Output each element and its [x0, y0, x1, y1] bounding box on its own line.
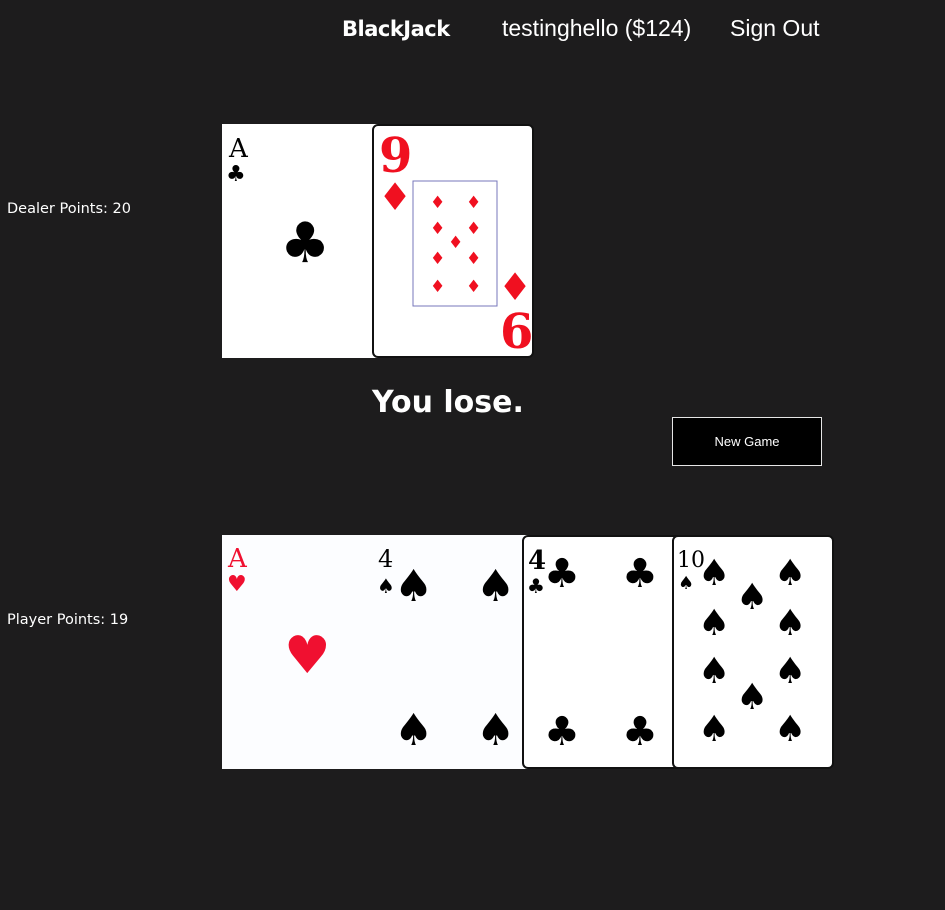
svg-text:♦: ♦: [448, 233, 463, 253]
game-result: You lose.: [372, 385, 524, 420]
svg-text:♠: ♠: [476, 561, 515, 612]
svg-text:♣: ♣: [622, 709, 658, 755]
svg-text:♠: ♠: [736, 677, 768, 718]
svg-text:♦: ♦: [430, 193, 445, 213]
ace-of-clubs-face: A ♣ ♣: [226, 134, 330, 276]
svg-text:♦: ♦: [466, 219, 481, 239]
svg-text:♥: ♥: [227, 572, 247, 597]
new-game-button[interactable]: New Game: [672, 417, 822, 466]
player-card-four-clubs: 4 ♣ ♣ ♣ ♣ ♣: [522, 535, 684, 769]
svg-text:♣: ♣: [226, 162, 246, 187]
svg-text:♠: ♠: [394, 705, 433, 756]
nine-of-diamonds-face: 9 ♦ ♦ ♦ ♦ ♦ ♦ ♦ ♦ ♦ ♦ ♦ 6: [378, 128, 532, 356]
svg-text:♣: ♣: [544, 551, 580, 597]
svg-text:♠: ♠: [476, 705, 515, 756]
player-card-four-spades: 4 ♠ ♠ ♠ ♠ ♠: [372, 535, 534, 769]
svg-text:♠: ♠: [774, 651, 806, 692]
svg-text:♦: ♦: [378, 175, 412, 219]
svg-text:♠: ♠: [698, 709, 730, 750]
svg-text:♠: ♠: [736, 577, 768, 618]
svg-text:♥: ♥: [284, 626, 331, 686]
four-of-clubs-face: 4 ♣ ♣ ♣ ♣ ♣: [527, 546, 658, 755]
ace-of-hearts-face: A ♥ ♥: [227, 544, 331, 686]
svg-text:♠: ♠: [774, 603, 806, 644]
player-points: Player Points: 19: [7, 612, 129, 628]
svg-text:4: 4: [378, 545, 393, 573]
svg-text:6: 6: [500, 304, 532, 356]
svg-text:♦: ♦: [466, 249, 481, 269]
svg-text:♠: ♠: [698, 553, 730, 594]
svg-text:A: A: [228, 134, 249, 164]
four-of-spades-face: 4 ♠ ♠ ♠ ♠ ♠: [377, 545, 515, 756]
svg-text:♣: ♣: [280, 211, 330, 276]
svg-text:♦: ♦: [498, 265, 532, 309]
svg-text:♠: ♠: [774, 709, 806, 750]
svg-text:♠: ♠: [678, 573, 694, 594]
brand-title[interactable]: BlackJack: [342, 17, 450, 41]
user-balance: testinghello ($124): [502, 15, 692, 41]
svg-text:♦: ♦: [430, 219, 445, 239]
dealer-card-nine-diamonds: 9 ♦ ♦ ♦ ♦ ♦ ♦ ♦ ♦ ♦ ♦ ♦ 6: [372, 124, 534, 358]
player-card-ace-hearts: A ♥ ♥: [222, 535, 384, 769]
svg-text:♦: ♦: [430, 277, 445, 297]
svg-text:♦: ♦: [430, 249, 445, 269]
svg-text:♠: ♠: [698, 603, 730, 644]
player-card-ten-spades: 10 ♠ ♠ ♠ ♠ ♠ ♠ ♠ ♠ ♠ ♠ ♠: [672, 535, 834, 769]
sign-out-link[interactable]: Sign Out: [730, 15, 820, 42]
svg-text:♦: ♦: [466, 193, 481, 213]
svg-text:♠: ♠: [377, 574, 395, 598]
svg-text:♣: ♣: [527, 574, 545, 598]
svg-text:♣: ♣: [622, 551, 658, 597]
dealer-points: Dealer Points: 20: [7, 201, 131, 217]
svg-text:♠: ♠: [698, 651, 730, 692]
ten-of-spades-face: 10 ♠ ♠ ♠ ♠ ♠ ♠ ♠ ♠ ♠ ♠ ♠: [677, 548, 806, 750]
svg-text:♣: ♣: [544, 709, 580, 755]
svg-text:A: A: [227, 544, 248, 574]
svg-text:♦: ♦: [466, 277, 481, 297]
svg-text:♠: ♠: [774, 553, 806, 594]
dealer-card-ace-clubs: A ♣ ♣: [222, 124, 384, 358]
svg-text:♠: ♠: [394, 561, 433, 612]
